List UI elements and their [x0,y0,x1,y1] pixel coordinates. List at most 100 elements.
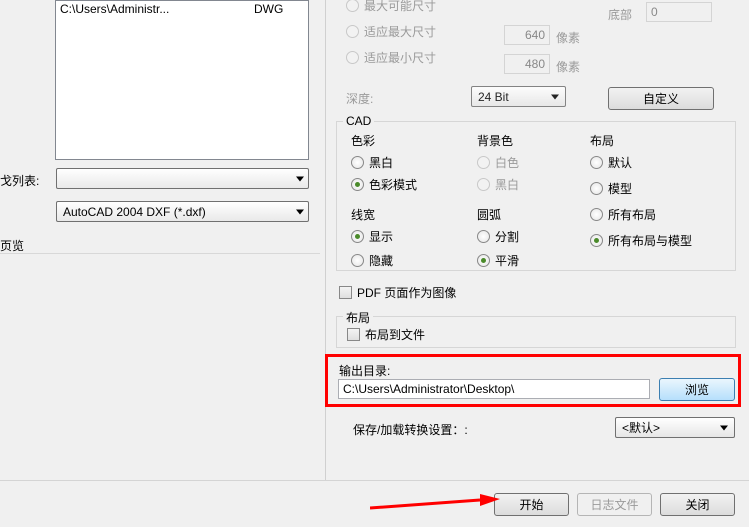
layout-to-file-row[interactable]: 布局到文件 [347,325,425,343]
list-dropdown[interactable] [56,168,309,189]
radio-icon [351,178,364,191]
checkbox-icon [339,286,352,299]
radio-label: 所有布局 [608,206,656,223]
radio-layout-default[interactable]: 默认 [590,153,730,171]
radio-lw-hide[interactable]: 隐藏 [351,251,461,269]
divider [0,253,320,254]
radio-color-bw[interactable]: 黑白 [351,153,461,171]
start-button[interactable]: 开始 [494,493,569,516]
logfile-button: 日志文件 [577,493,652,516]
footer: 开始 日志文件 关闭 [0,480,749,527]
depth-value: 24 Bit [478,90,509,104]
radio-layout-model[interactable]: 模型 [590,179,730,197]
radio-icon [477,254,490,267]
value: 0 [651,5,658,19]
radio-label: 模型 [608,180,632,197]
radio-icon [351,156,364,169]
radio-label: 黑白 [369,154,393,171]
radio-label: 显示 [369,228,393,245]
layout-group: 布局 默认 模型 所有布局 所有布局与模型 [590,132,730,253]
radio-bg-black: 黑白 [477,175,577,193]
left-panel: C:\Users\Administr... DWG 戈列表: AutoCAD 2… [0,0,325,480]
format-value: AutoCAD 2004 DXF (*.dxf) [63,205,206,219]
radio-icon [590,234,603,247]
radio-icon [346,25,359,38]
size-group: 最大可能尺寸 适应最大尺寸 适应最小尺寸 [346,0,436,70]
lw-legend: 线宽 [351,206,461,223]
label: 浏览 [685,381,709,398]
px-label: 像素 [556,58,580,75]
radio-label: 适应最大尺寸 [364,23,436,40]
custom-button[interactable]: 自定义 [608,87,714,110]
file-row[interactable]: C:\Users\Administr... DWG [56,1,308,17]
radio-label: 所有布局与模型 [608,232,692,249]
file-name-cell: C:\Users\Administr... [60,2,254,16]
radio-layout-all[interactable]: 所有布局 [590,205,730,223]
pdf-checkbox-row[interactable]: PDF 页面作为图像 [339,283,456,301]
bottom-input[interactable]: 0 [646,2,712,22]
cad-legend: CAD [343,114,374,128]
radio-label: 最大可能尺寸 [364,0,436,14]
radio-lw-show[interactable]: 显示 [351,227,461,245]
arc-legend: 圆弧 [477,206,577,223]
radio-layout-all-model[interactable]: 所有布局与模型 [590,231,730,249]
max-size-input[interactable]: 640 [504,25,550,45]
radio-fit-min[interactable]: 适应最小尺寸 [346,48,436,66]
radio-label: 白色 [495,154,519,171]
right-panel: 最大可能尺寸 适应最大尺寸 适应最小尺寸 640 像素 480 像素 深度: 2… [325,0,749,480]
value: 640 [525,28,545,42]
radio-label: 适应最小尺寸 [364,49,436,66]
radio-label: 色彩模式 [369,176,417,193]
color-legend: 色彩 [351,132,461,149]
chevron-down-icon [296,209,304,214]
layout-to-file-label: 布局到文件 [365,326,425,343]
output-label: 输出目录: [339,362,390,379]
radio-icon [351,230,364,243]
bg-group: 背景色 白色 黑白 [477,132,577,197]
radio-icon [477,156,490,169]
label: 开始 [519,496,543,513]
radio-max-possible[interactable]: 最大可能尺寸 [346,0,436,14]
settings-value: <默认> [622,419,660,436]
chevron-down-icon [720,425,728,430]
chevron-down-icon [551,94,559,99]
depth-dropdown[interactable]: 24 Bit [471,86,566,107]
color-group: 色彩 黑白 色彩模式 [351,132,461,197]
radio-icon [477,230,490,243]
format-dropdown[interactable]: AutoCAD 2004 DXF (*.dxf) [56,201,309,222]
bottom-label: 底部 [608,6,632,23]
output-path-input[interactable]: C:\Users\Administrator\Desktop\ [338,379,650,399]
file-type-cell: DWG [254,2,304,16]
pdf-check-label: PDF 页面作为图像 [357,284,456,301]
cad-fieldset: CAD 色彩 黑白 色彩模式 背景色 白色 黑白 布局 默认 模型 所有布局 所… [336,121,736,271]
radio-color-mode[interactable]: 色彩模式 [351,175,461,193]
depth-label: 深度: [346,90,373,107]
layout-legend: 布局 [590,132,730,149]
close-button[interactable]: 关闭 [660,493,735,516]
radio-icon [346,0,359,12]
value: 480 [525,57,545,71]
list-label: 戈列表: [0,172,39,189]
browse-button[interactable]: 浏览 [659,378,735,401]
bg-legend: 背景色 [477,132,577,149]
px-label: 像素 [556,29,580,46]
chevron-down-icon [296,176,304,181]
radio-icon [590,182,603,195]
arc-group: 圆弧 分割 平滑 [477,206,577,273]
layout2-legend: 布局 [343,309,373,326]
radio-label: 隐藏 [369,252,393,269]
checkbox-icon [347,328,360,341]
radio-label: 分割 [495,228,519,245]
min-size-input[interactable]: 480 [504,54,550,74]
radio-label: 平滑 [495,252,519,269]
file-list[interactable]: C:\Users\Administr... DWG [55,0,309,160]
radio-arc-smooth[interactable]: 平滑 [477,251,577,269]
radio-icon [477,178,490,191]
radio-arc-split[interactable]: 分割 [477,227,577,245]
settings-dropdown[interactable]: <默认> [615,417,735,438]
radio-icon [590,208,603,221]
label: 日志文件 [590,496,638,513]
radio-icon [590,156,603,169]
radio-label: 黑白 [495,176,519,193]
radio-fit-max[interactable]: 适应最大尺寸 [346,22,436,40]
